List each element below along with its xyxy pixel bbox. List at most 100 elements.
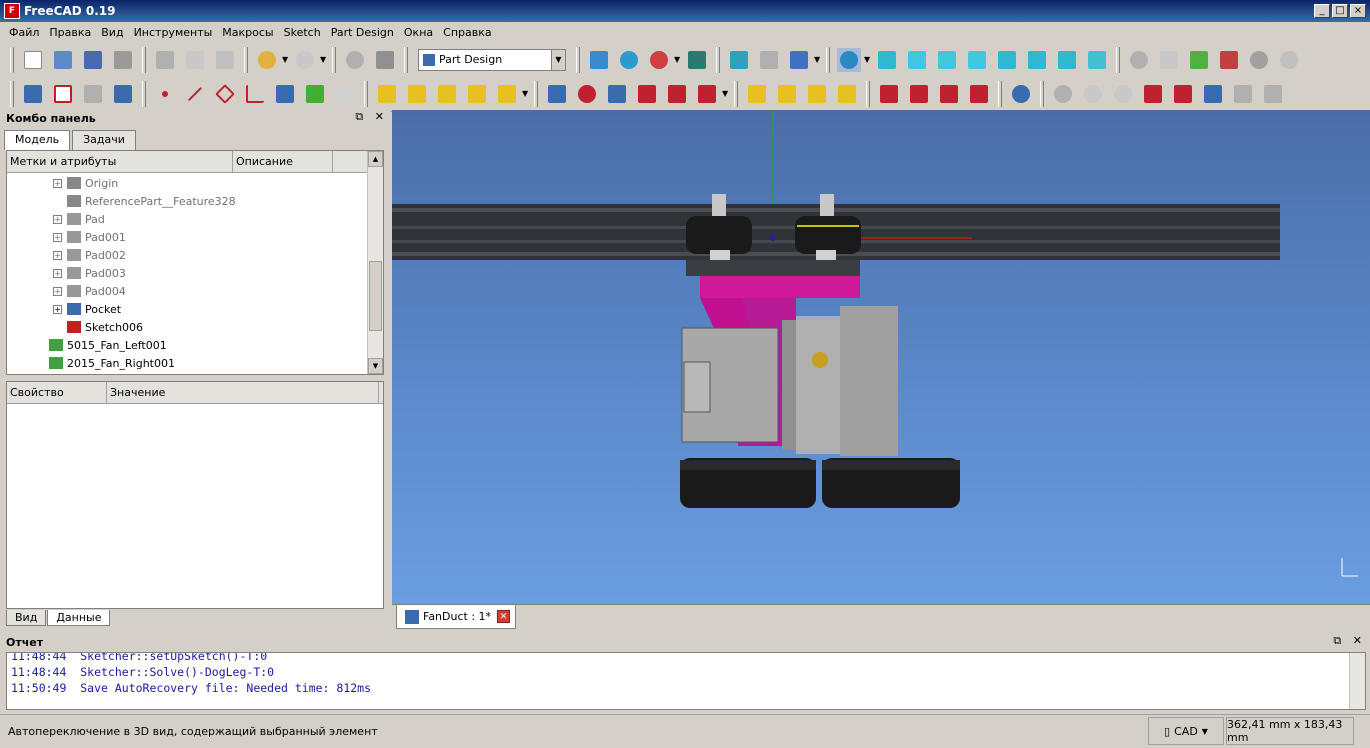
link-button[interactable]: [787, 48, 811, 72]
subtractive-loft-button[interactable]: [635, 82, 659, 106]
union-button[interactable]: [1051, 82, 1075, 106]
close-icon[interactable]: ✕: [375, 110, 384, 123]
tab-model[interactable]: Модель: [4, 130, 71, 150]
subshape-binder-button[interactable]: [303, 82, 327, 106]
forward-button[interactable]: [757, 48, 781, 72]
datum-point-button[interactable]: [153, 82, 177, 106]
undo-dropdown-icon[interactable]: ▼: [282, 55, 290, 64]
draw-style-button[interactable]: [647, 48, 671, 72]
groove-button[interactable]: [605, 82, 629, 106]
group-button[interactable]: [1187, 48, 1211, 72]
tree-item[interactable]: 2015_Fan_Right001: [35, 354, 175, 372]
view-right-button[interactable]: [965, 48, 989, 72]
tree-item[interactable]: + Pad004: [53, 282, 126, 300]
float-icon[interactable]: ⧉: [1333, 634, 1341, 647]
clone-button[interactable]: [111, 82, 135, 106]
cut-shape-button[interactable]: [1081, 82, 1105, 106]
menu-edit[interactable]: Правка: [44, 26, 96, 39]
view-isometric-button[interactable]: [875, 48, 899, 72]
intersection-button[interactable]: [1111, 82, 1135, 106]
pocket-button[interactable]: [545, 82, 569, 106]
additive-loft-button[interactable]: [435, 82, 459, 106]
tree-item[interactable]: + Pocket: [53, 300, 121, 318]
menu-windows[interactable]: Окна: [399, 26, 438, 39]
float-icon[interactable]: ⧉: [355, 110, 363, 123]
expand-icon[interactable]: +: [53, 286, 62, 296]
tree-item[interactable]: + Pad: [53, 210, 105, 228]
additive-dropdown-icon[interactable]: ▼: [522, 89, 530, 98]
expand-icon[interactable]: +: [53, 232, 62, 242]
split-button[interactable]: [1171, 82, 1195, 106]
expand-icon[interactable]: +: [53, 268, 62, 278]
tree-item[interactable]: + Origin: [53, 174, 118, 192]
save-button[interactable]: [81, 48, 105, 72]
report-log[interactable]: 11:48:44 Sketcher::setUpSketch()-T:0 11:…: [6, 652, 1366, 710]
hole-button[interactable]: [575, 82, 599, 106]
fillet-button[interactable]: [877, 82, 901, 106]
create-sketch-button[interactable]: [51, 82, 75, 106]
datum-line-button[interactable]: [183, 82, 207, 106]
scroll-thumb[interactable]: [369, 261, 382, 331]
scroll-down-icon[interactable]: ▼: [368, 358, 383, 374]
zoom-button[interactable]: [837, 47, 861, 72]
boolean-button[interactable]: [1009, 82, 1033, 106]
paste-button[interactable]: [213, 48, 237, 72]
draft-button[interactable]: [937, 82, 961, 106]
col-description[interactable]: Описание: [233, 151, 333, 172]
link-make-button[interactable]: [1217, 48, 1241, 72]
print-button[interactable]: [111, 48, 135, 72]
close-button[interactable]: ×: [1350, 4, 1366, 18]
zoom-dropdown-icon[interactable]: ▼: [864, 55, 872, 64]
view-bottom-button[interactable]: [1025, 48, 1049, 72]
tree-item[interactable]: 5015_Fan_Left001: [35, 336, 167, 354]
measure-button[interactable]: [1085, 48, 1109, 72]
additive-helix-button[interactable]: [495, 82, 519, 106]
toolbar-grip[interactable]: [10, 80, 14, 107]
mirrored-button[interactable]: [745, 82, 769, 106]
subtractive-pipe-button[interactable]: [665, 82, 689, 106]
close-tab-icon[interactable]: ✕: [497, 610, 511, 623]
link-unlink-button[interactable]: [1277, 48, 1301, 72]
link-dropdown-icon[interactable]: ▼: [814, 55, 822, 64]
revolution-button[interactable]: [405, 82, 429, 106]
tree-item[interactable]: ReferencePart__Feature328: [53, 192, 236, 210]
navigation-style-button[interactable]: ▯ CAD ▼: [1148, 717, 1224, 745]
chamfer-button[interactable]: [907, 82, 931, 106]
col-value[interactable]: Значение: [107, 382, 379, 403]
menu-tools[interactable]: Инструменты: [129, 26, 218, 39]
polar-pattern-button[interactable]: [805, 82, 829, 106]
cut-button[interactable]: [153, 48, 177, 72]
clone-feature-button[interactable]: [333, 82, 357, 106]
expand-icon[interactable]: +: [53, 304, 62, 314]
redo-button[interactable]: [293, 48, 317, 72]
new-document-button[interactable]: [21, 48, 45, 72]
compound-button[interactable]: [1261, 82, 1285, 106]
tab-tasks[interactable]: Задачи: [72, 130, 136, 150]
menu-help[interactable]: Справка: [438, 26, 496, 39]
datum-plane-button[interactable]: [213, 82, 237, 106]
back-button[interactable]: [727, 48, 751, 72]
tab-data[interactable]: Данные: [47, 610, 111, 626]
fit-all-button[interactable]: [587, 48, 611, 72]
shape-binder-button[interactable]: [273, 82, 297, 106]
undo-button[interactable]: [255, 48, 279, 72]
view-left-button[interactable]: [1055, 48, 1079, 72]
local-cs-button[interactable]: [243, 82, 267, 106]
col-labels[interactable]: Метки и атрибуты: [7, 151, 233, 172]
refresh-button[interactable]: [343, 48, 367, 72]
scroll-up-icon[interactable]: ▲: [368, 151, 383, 167]
view-top-button[interactable]: [935, 48, 959, 72]
tab-view[interactable]: Вид: [6, 610, 47, 626]
tree-item[interactable]: + Pad001: [53, 228, 126, 246]
validate-sketch-button[interactable]: [81, 82, 105, 106]
menu-macros[interactable]: Макросы: [217, 26, 278, 39]
col-property[interactable]: Свойство: [7, 382, 107, 403]
chevron-down-icon[interactable]: ▼: [551, 49, 565, 70]
tree-scrollbar[interactable]: ▲ ▼: [367, 151, 383, 374]
toolbar-grip[interactable]: [10, 46, 14, 73]
workbench-selector[interactable]: Part Design ▼: [418, 48, 566, 71]
mirror-shape-button[interactable]: [1201, 82, 1225, 106]
menu-part-design[interactable]: Part Design: [326, 26, 399, 39]
create-body-button[interactable]: [21, 82, 45, 106]
part-button[interactable]: [1127, 48, 1151, 72]
